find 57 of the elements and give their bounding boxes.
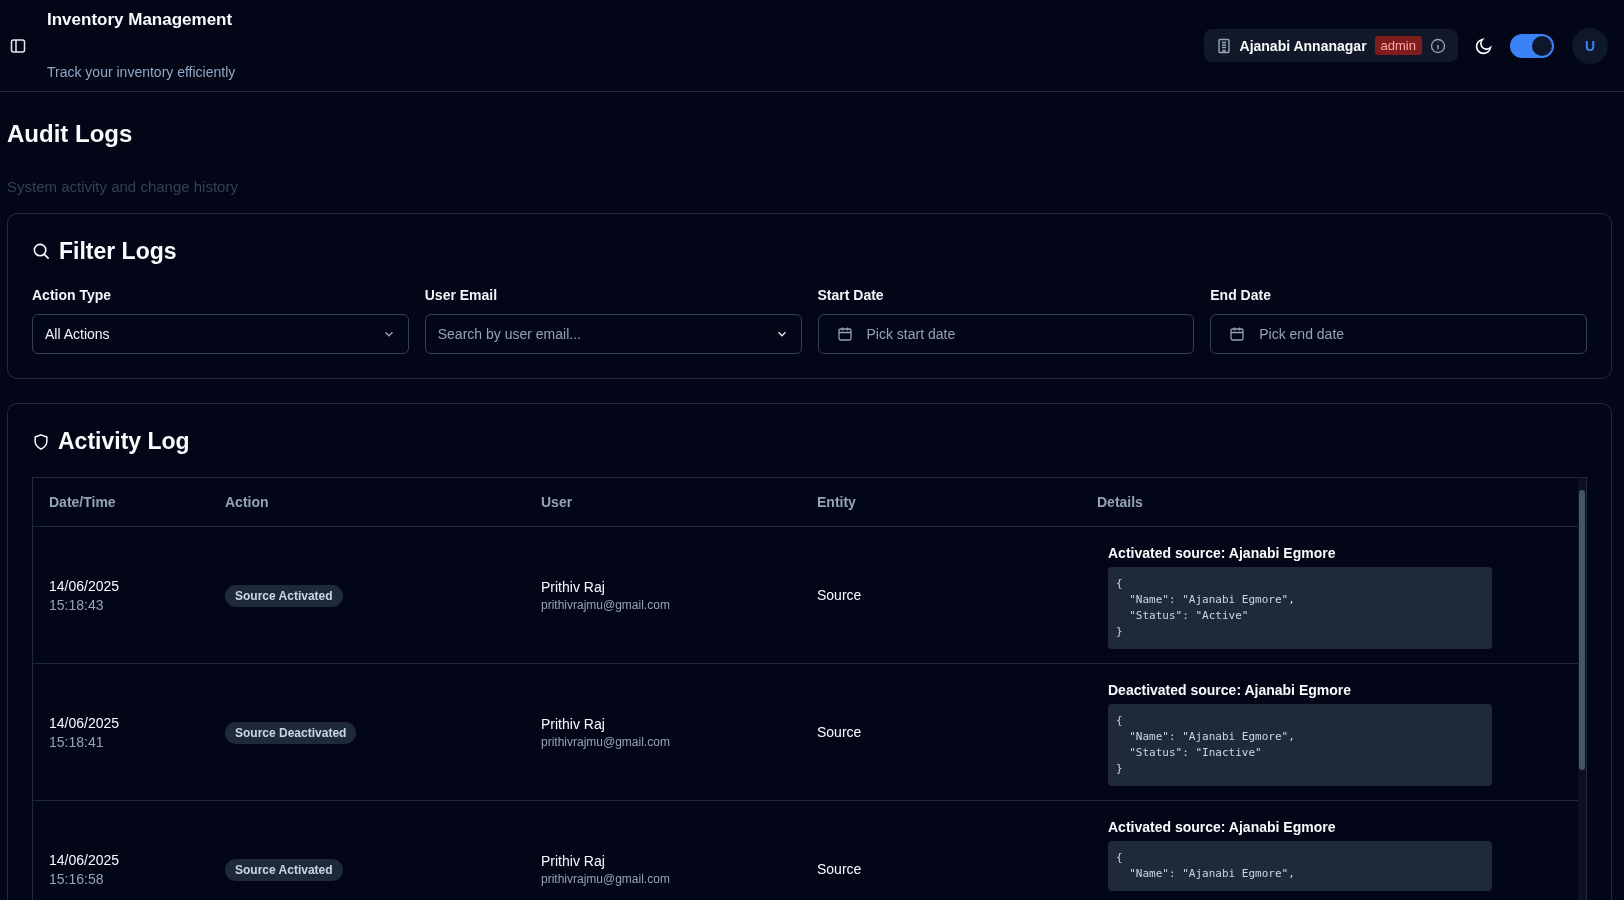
calendar-icon	[836, 326, 853, 342]
sidebar-toggle-icon[interactable]	[10, 37, 26, 54]
action-badge: Source Deactivated	[225, 722, 357, 744]
entity-name: Source	[817, 861, 862, 877]
action-type-select[interactable]: All Actions	[32, 314, 409, 354]
field-label: Start Date	[817, 287, 885, 303]
action-badge: Source Activated	[225, 859, 343, 881]
field-label: Action Type	[32, 287, 113, 303]
column-header: Details	[1097, 494, 1143, 510]
details-code-block: { "Name": "Ajanabi Egmore", "Status": "Active" }	[1108, 567, 1492, 649]
card-title: Activity Log	[58, 428, 190, 455]
user-avatar[interactable]: U	[1572, 27, 1608, 64]
details-title: Deactivated source: Ajanabi Egmore	[1108, 682, 1352, 698]
column-header: Action	[225, 494, 269, 510]
info-icon[interactable]	[1430, 37, 1446, 54]
log-date: 14/06/2025	[49, 714, 121, 731]
details-title: Activated source: Ajanabi Egmore	[1108, 545, 1337, 561]
log-time: 15:18:41	[49, 733, 105, 750]
entity-name: Source	[817, 724, 862, 740]
log-date: 14/06/2025	[49, 851, 121, 868]
log-time: 15:16:58	[49, 870, 105, 887]
user-name: Prithiv Raj	[541, 715, 606, 732]
location-chip[interactable]: Ajanabi Annanagar admin	[1203, 29, 1458, 62]
user-email-field[interactable]: Search by user email...	[424, 314, 802, 354]
app-title: Inventory Management	[47, 9, 234, 30]
date-picker-button[interactable]: Pick start date	[817, 314, 1195, 354]
scrollbar[interactable]	[1578, 478, 1586, 900]
column-header: Date/Time	[49, 494, 116, 510]
search-icon	[32, 242, 51, 261]
action-badge: Source Activated	[225, 585, 343, 607]
app-subtitle: Track your inventory efficiently	[47, 63, 236, 80]
log-date: 14/06/2025	[49, 577, 121, 594]
user-name: Prithiv Raj	[541, 852, 606, 869]
page-title: Audit Logs	[7, 120, 134, 148]
details-code-block: { "Name": "Ajanabi Egmore",	[1108, 841, 1492, 891]
user-email: prithivrajmu@gmail.com	[541, 871, 671, 886]
entity-name: Source	[817, 587, 862, 603]
user-name: Prithiv Raj	[541, 578, 606, 595]
user-email: prithivrajmu@gmail.com	[541, 597, 671, 612]
page-subtitle: System activity and change history	[7, 178, 239, 195]
location-name: Ajanabi Annanagar	[1239, 37, 1367, 54]
shield-icon	[32, 432, 50, 451]
moon-icon	[1474, 35, 1494, 56]
field-label: End Date	[1210, 287, 1272, 303]
date-picker-button[interactable]: Pick end date	[1210, 314, 1587, 354]
column-header: User	[541, 494, 573, 510]
role-badge: admin	[1374, 36, 1422, 55]
log-time: 15:18:43	[49, 596, 105, 613]
user-email: prithivrajmu@gmail.com	[541, 734, 671, 749]
column-header: Entity	[817, 494, 856, 510]
dark-mode-toggle[interactable]	[1510, 33, 1554, 58]
details-title: Activated source: Ajanabi Egmore	[1108, 819, 1337, 835]
calendar-icon	[1229, 326, 1246, 342]
building-icon	[1215, 37, 1232, 54]
card-title: Filter Logs	[59, 238, 177, 265]
details-code-block: { "Name": "Ajanabi Egmore", "Status": "Inactive" }	[1108, 704, 1492, 786]
field-label: User Email	[424, 287, 499, 303]
